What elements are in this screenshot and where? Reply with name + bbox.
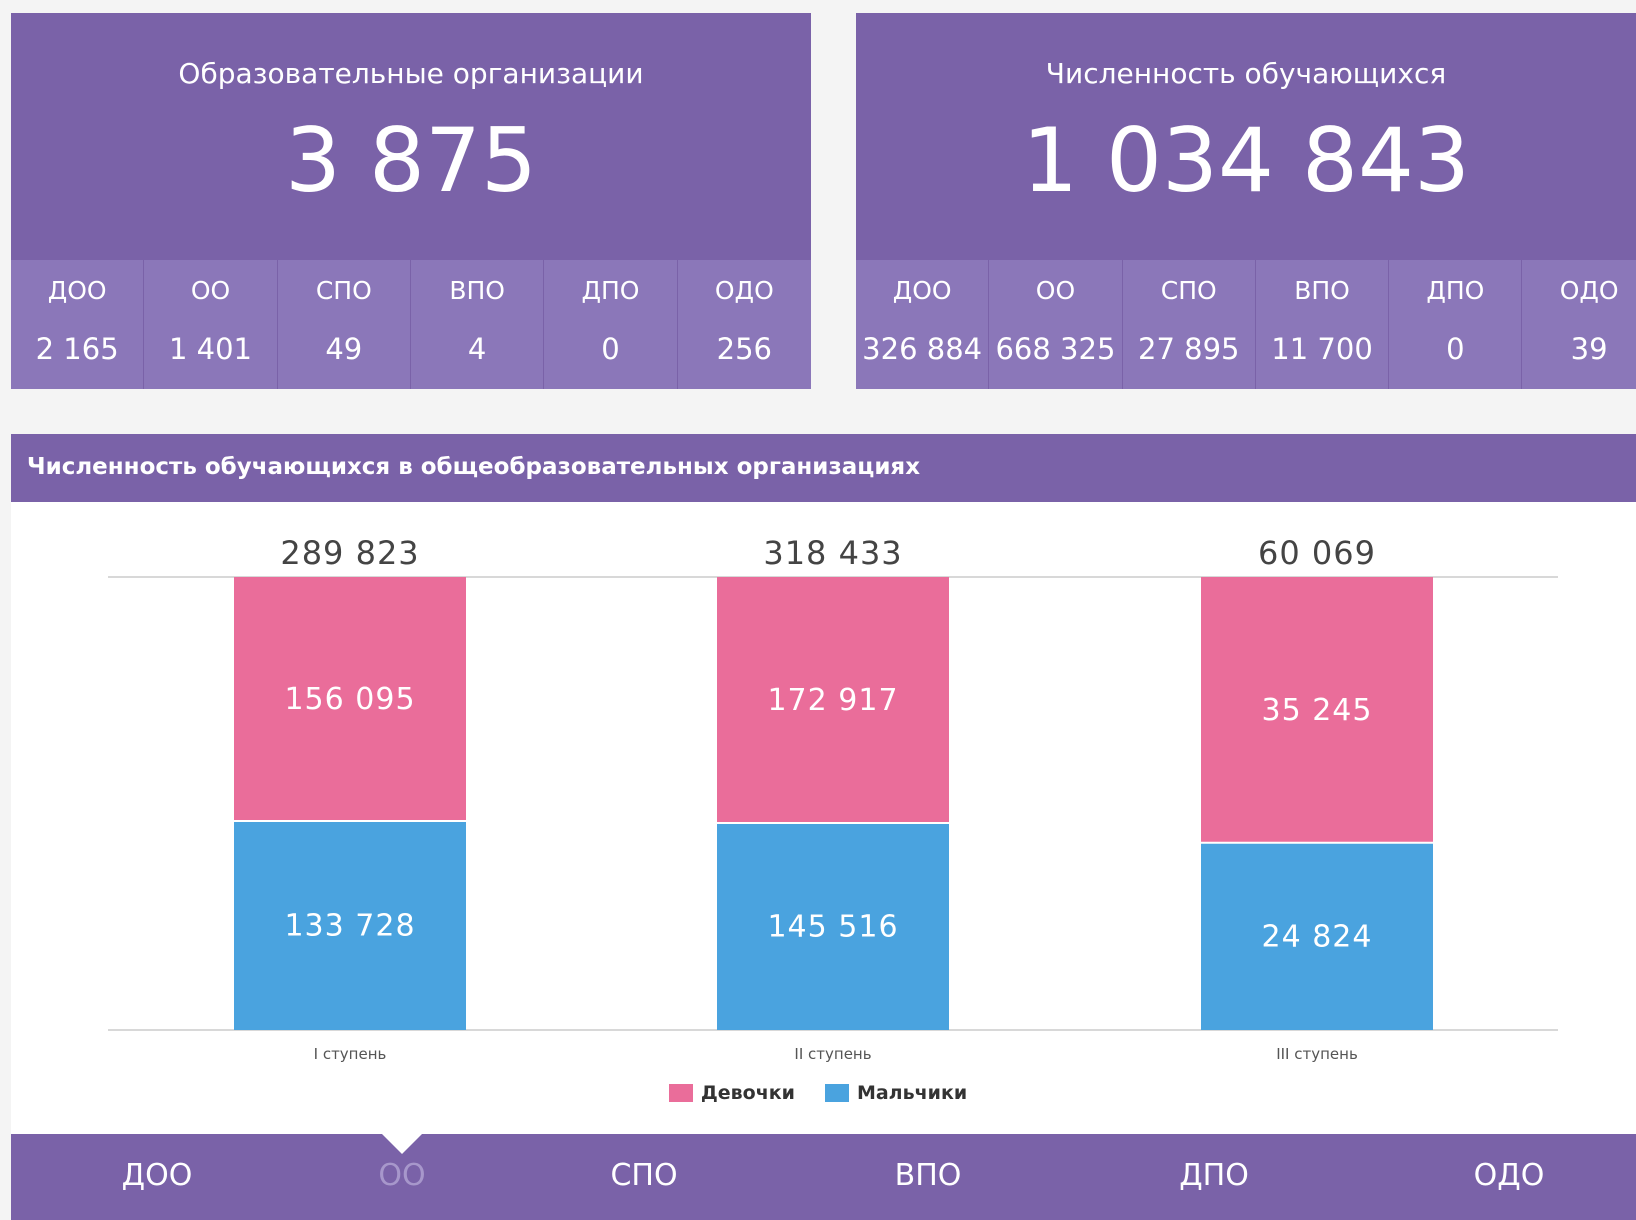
- x-axis-tick-label: II ступень: [794, 1045, 871, 1063]
- stacked-bar-chart: 156 095 133 728 289 823 I ступень 172 917 145…: [108, 534, 1558, 1063]
- organizations-title: Образовательные организации: [178, 57, 644, 90]
- student-cell-label: ДОО: [892, 276, 952, 305]
- bar-label-girls: 35 245: [1262, 693, 1373, 728]
- legend-item-boys[interactable]: Мальчики: [824, 1082, 968, 1104]
- org-cell-value: 49: [325, 332, 363, 366]
- student-cell-label: ВПО: [1294, 276, 1350, 305]
- student-cell-value: 326 884: [862, 332, 983, 366]
- bar-label-boys: 24 824: [1262, 919, 1373, 954]
- org-cell-value: 4: [467, 332, 487, 366]
- org-cell-label: ДПО: [581, 276, 640, 305]
- org-cell-value: 1 401: [168, 332, 252, 366]
- student-cell-value: 11 700: [1271, 332, 1373, 366]
- org-cell-label: СПО: [315, 276, 372, 305]
- org-cell-label: ВПО: [449, 276, 505, 305]
- org-cell-doo: ДОО 2 165: [11, 260, 145, 389]
- student-cell-label: ДПО: [1426, 276, 1485, 305]
- bar-label-girls: 156 095: [284, 682, 415, 717]
- student-cell-oo: ОО 668 325: [989, 260, 1123, 389]
- org-cell-value: 256: [716, 332, 772, 366]
- active-tab-pointer: [382, 1134, 422, 1154]
- student-cell-label: СПО: [1160, 276, 1217, 305]
- student-cell-odo: ОДО 39: [1522, 260, 1636, 389]
- org-cell-value: 2 165: [35, 332, 119, 366]
- bar-label-boys: 145 516: [767, 909, 898, 944]
- tab-doo[interactable]: ДОО: [122, 1158, 193, 1193]
- dashboard: Образовательные организации 3 875 ДОО 2 …: [0, 0, 1636, 1220]
- students-total: 1 034 843: [1022, 109, 1470, 212]
- bar-label-boys: 133 728: [284, 908, 415, 943]
- org-cell-spo: СПО 49: [278, 260, 411, 389]
- bar-total-label: 60 069: [1258, 534, 1376, 572]
- legend-label-boys: Мальчики: [856, 1082, 968, 1104]
- chart-legend: Девочки Мальчики: [0, 1082, 1636, 1104]
- legend-swatch-girls: [668, 1084, 693, 1102]
- bar-total-label: 289 823: [280, 534, 419, 572]
- chart-panel-body: 156 095 133 728 289 823 I ступень 172 917 145…: [11, 502, 1636, 1134]
- student-cell-dpo: ДПО 0: [1389, 260, 1523, 389]
- students-title: Численность обучающихся: [1045, 57, 1447, 90]
- org-cell-dpo: ДПО 0: [544, 260, 678, 389]
- bar-label-girls: 172 917: [767, 683, 898, 718]
- legend-item-girls[interactable]: Девочки: [668, 1082, 795, 1104]
- student-cell-value: 0: [1446, 332, 1465, 366]
- student-cell-value: 27 895: [1138, 332, 1240, 366]
- org-cell-vpo: ВПО 4: [411, 260, 545, 389]
- student-cell-value: 39: [1570, 332, 1608, 366]
- student-cell-label: ОО: [1035, 276, 1076, 305]
- org-cell-label: ОДО: [714, 276, 774, 305]
- legend-swatch-boys: [824, 1084, 849, 1102]
- tab-dpo[interactable]: ДПО: [1179, 1158, 1249, 1193]
- org-cell-value: 0: [601, 332, 620, 366]
- chart-panel-title: Численность обучающихся в общеобразовате…: [27, 454, 921, 480]
- organizations-card: Образовательные организации 3 875 ДОО 2 …: [11, 13, 811, 389]
- tab-oo[interactable]: ОО: [378, 1158, 425, 1193]
- legend-label-girls: Девочки: [700, 1082, 795, 1104]
- org-cell-odo: ОДО 256: [678, 260, 811, 389]
- student-cell-doo: ДОО 326 884: [856, 260, 990, 389]
- organizations-total: 3 875: [285, 109, 537, 212]
- chart-panel-header: Численность обучающихся в общеобразовате…: [11, 434, 1636, 502]
- level-tabs: ДОО ОО СПО ВПО ДПО ОДО: [11, 1134, 1636, 1220]
- student-cell-vpo: ВПО 11 700: [1256, 260, 1390, 389]
- student-cell-label: ОДО: [1559, 276, 1619, 305]
- tab-odo[interactable]: ОДО: [1474, 1158, 1545, 1193]
- x-axis-tick-label: III ступень: [1276, 1045, 1358, 1063]
- org-cell-oo: ОО 1 401: [144, 260, 278, 389]
- students-card: Численность обучающихся 1 034 843 ДОО 32…: [856, 13, 1636, 389]
- tab-vpo[interactable]: ВПО: [895, 1158, 962, 1193]
- org-cell-label: ДОО: [47, 276, 107, 305]
- organizations-breakdown: ДОО 2 165 ОО 1 401 СПО 49 ВПО 4 ДПО 0 ОД…: [11, 260, 811, 389]
- bar-total-label: 318 433: [763, 534, 902, 572]
- students-breakdown: ДОО 326 884 ОО 668 325 СПО 27 895 ВПО 11…: [856, 260, 1636, 389]
- student-cell-value: 668 325: [995, 332, 1116, 366]
- x-axis-tick-label: I ступень: [314, 1045, 387, 1063]
- tab-spo[interactable]: СПО: [610, 1158, 677, 1193]
- org-cell-label: ОО: [190, 276, 231, 305]
- student-cell-spo: СПО 27 895: [1123, 260, 1256, 389]
